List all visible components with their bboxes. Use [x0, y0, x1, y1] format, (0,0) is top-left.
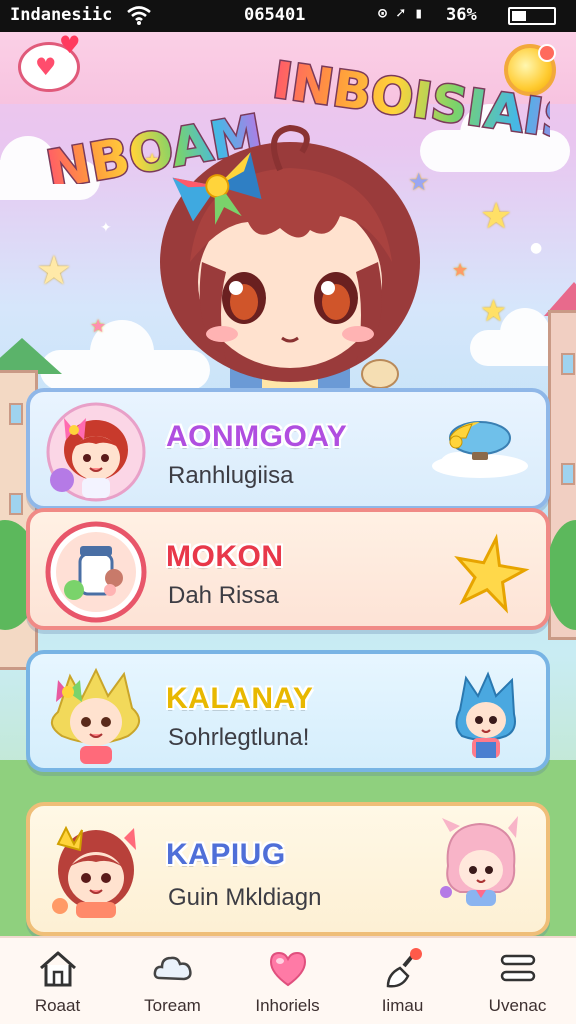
card-title: AONMGOAY [166, 420, 348, 453]
nav-item-stream[interactable]: Toream [115, 938, 230, 1024]
alarm-icon: ⊙ [378, 4, 388, 22]
brush-icon [386, 948, 422, 988]
blimp-icon [432, 421, 528, 478]
building-roof [0, 338, 62, 374]
star-decoration: ★ [90, 316, 107, 337]
character-card[interactable]: KAPIUG Guin Mkldiagn [26, 802, 550, 936]
star-decoration: ★ [480, 294, 507, 329]
heart-icon [269, 951, 307, 987]
star-icon [454, 533, 530, 614]
nav-item-favorites[interactable]: Inhoriels [230, 938, 345, 1024]
card-subtitle: Sohrlegtluna! [168, 724, 310, 751]
signal-icon: ▮ [414, 4, 424, 22]
nav-label: Inhoriels [255, 996, 320, 1015]
card-subtitle: Guin Mkldiagn [168, 884, 322, 911]
card-subtitle: Ranhlugiisa [168, 462, 294, 489]
home-icon [40, 951, 76, 987]
bottom-navigation: Roaat Toream Inhoriels Iimau Uvenac [0, 936, 576, 1024]
character-card-list: AONMGOAY Ranhlugiisa MOKON Dah Rissa KAL… [26, 388, 550, 936]
battery-icon [508, 7, 556, 25]
star-decoration: ★ [452, 260, 469, 281]
card-title: MOKON [166, 540, 284, 573]
card-subtitle: Dah Rissa [168, 582, 279, 609]
character-avatar [52, 825, 136, 918]
nav-item-draw[interactable]: Iimau [345, 938, 460, 1024]
character-card[interactable]: AONMGOAY Ranhlugiisa [26, 388, 550, 510]
status-bar: Indanesiic 065401 ⊙ ➚ ▮ 36% [0, 0, 576, 32]
nav-label: Toream [144, 996, 201, 1015]
cloud-icon [153, 956, 192, 981]
status-icons: ⊙ ➚ ▮ [378, 4, 423, 22]
character-avatar [45, 521, 147, 623]
blue-hair-character [455, 671, 516, 758]
menu-icon [500, 954, 536, 982]
character-avatar [46, 402, 146, 502]
nav-item-home[interactable]: Roaat [0, 938, 115, 1024]
nav-item-menu[interactable]: Uvenac [460, 938, 575, 1024]
battery-level [512, 11, 526, 21]
nav-label: Iimau [381, 996, 424, 1015]
pink-hair-character [440, 816, 518, 906]
star-decoration: ★ [480, 196, 513, 237]
sparkle-decoration: ✦ [100, 220, 112, 236]
clock-time: 065401 [244, 5, 306, 25]
carrier-name: Indanesiic [10, 5, 113, 25]
card-title: KAPIUG [166, 838, 286, 871]
hero-character [160, 124, 420, 402]
character-avatar [51, 667, 140, 764]
nav-label: Roaat [34, 996, 81, 1015]
wifi-icon [126, 3, 152, 32]
sparkle-decoration: ● [530, 240, 543, 256]
battery-percent: 36% [446, 5, 477, 25]
location-icon: ➚ [396, 4, 406, 22]
star-decoration: ★ [36, 248, 72, 294]
character-card[interactable]: MOKON Dah Rissa [26, 508, 550, 630]
nav-label: Uvenac [488, 996, 547, 1015]
card-title: KALANAY [166, 682, 314, 715]
character-card[interactable]: KALANAY Sohrlegtluna! [26, 650, 550, 772]
